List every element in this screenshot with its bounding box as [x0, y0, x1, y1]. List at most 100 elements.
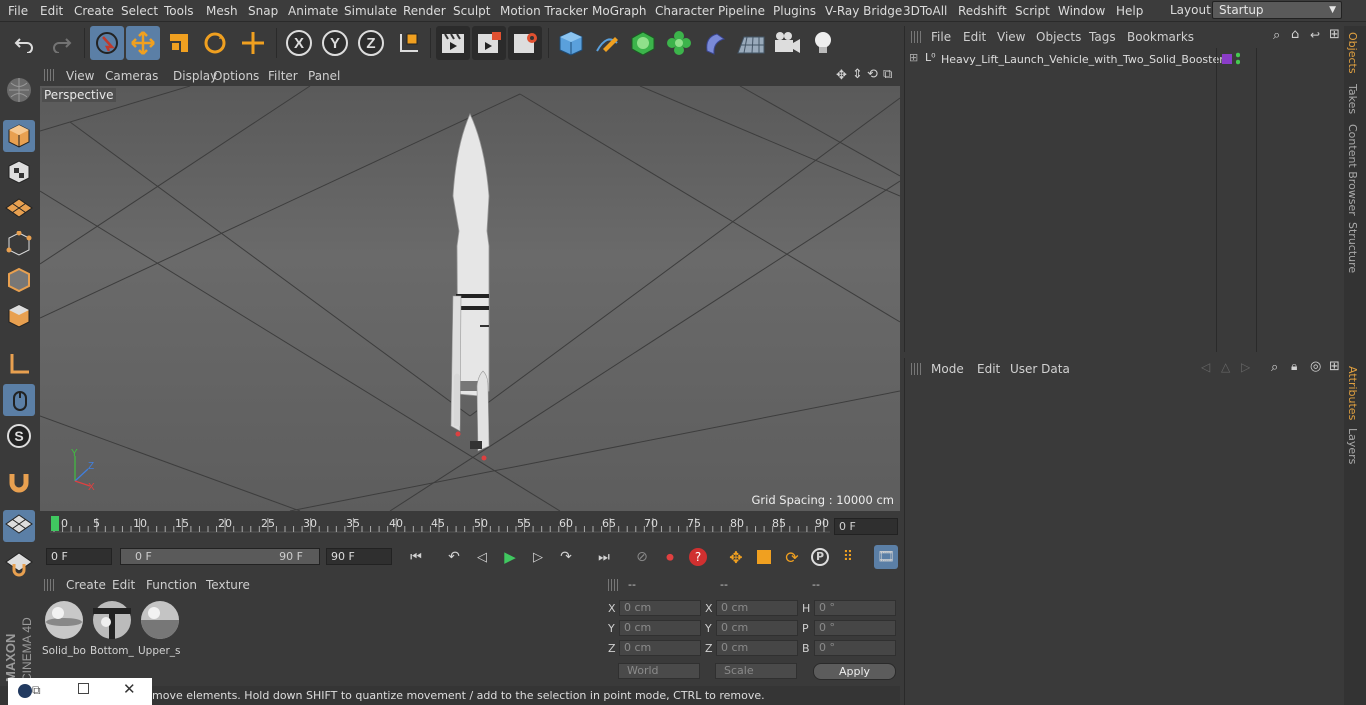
size-x-field[interactable]: 0 cm: [716, 600, 798, 616]
subdivision-surface-button[interactable]: [626, 26, 660, 60]
rotation-b-field[interactable]: 0 °: [814, 640, 896, 656]
menu-window[interactable]: Window: [1058, 4, 1105, 18]
frame-range-slider[interactable]: 0 F 90 F: [120, 548, 320, 565]
play-button[interactable]: ▶: [498, 545, 522, 569]
position-y-field[interactable]: 0 cm: [619, 620, 701, 636]
viewport-rotate-icon[interactable]: ⟲: [867, 67, 878, 82]
restore-icon[interactable]: ⧉: [32, 683, 41, 698]
menu-tools[interactable]: Tools: [164, 4, 194, 18]
snap-button[interactable]: [3, 466, 35, 498]
forward-arrow-icon[interactable]: ▷: [1241, 360, 1250, 374]
previous-frame-button[interactable]: ◁: [470, 545, 494, 569]
size-mode-dropdown[interactable]: Scale: [715, 663, 797, 679]
add-cube-button[interactable]: [554, 26, 588, 60]
key-scale-button[interactable]: [752, 545, 776, 569]
menu-vray-bridge[interactable]: V-Ray Bridge: [825, 4, 902, 18]
polygons-mode-button[interactable]: [3, 300, 35, 332]
transform-tool-button[interactable]: [236, 26, 270, 60]
attribute-menu-user-data[interactable]: User Data: [1010, 362, 1070, 376]
layout-dropdown[interactable]: Startup ▼: [1212, 1, 1342, 19]
visibility-dots-icon[interactable]: [1236, 52, 1240, 66]
planar-workplane-button[interactable]: [3, 548, 35, 580]
camera-button[interactable]: [770, 26, 804, 60]
tab-content-browser[interactable]: Content Browser: [1346, 124, 1359, 216]
expand-icon[interactable]: ⊞: [909, 51, 918, 64]
target-icon[interactable]: ◎: [1310, 359, 1321, 374]
close-icon[interactable]: ✕: [123, 680, 136, 698]
menu-mograph[interactable]: MoGraph: [592, 4, 647, 18]
viewport-move-icon[interactable]: ✥: [836, 68, 847, 83]
current-frame-field[interactable]: 0 F: [834, 518, 898, 535]
position-z-field[interactable]: 0 cm: [619, 640, 701, 656]
new-panel-icon[interactable]: ⊞: [1329, 27, 1340, 42]
size-z-field[interactable]: 0 cm: [716, 640, 798, 656]
render-view-button[interactable]: [436, 26, 470, 60]
viewport-menu-view[interactable]: View: [66, 69, 94, 83]
keyframe-selection-button[interactable]: ?: [686, 545, 710, 569]
z-axis-lock-button[interactable]: Z: [354, 26, 388, 60]
record-keys-button[interactable]: ⊘: [630, 545, 654, 569]
material-swatch[interactable]: Solid_bo: [42, 598, 86, 657]
menu-animate[interactable]: Animate: [288, 4, 338, 18]
object-menu-edit[interactable]: Edit: [963, 30, 986, 44]
deformer-button[interactable]: [698, 26, 732, 60]
viewport-menu-filter[interactable]: Filter: [268, 69, 298, 83]
next-key-button[interactable]: ↷: [554, 545, 578, 569]
key-parameter-button[interactable]: P: [808, 545, 832, 569]
rotation-h-field[interactable]: 0 °: [814, 600, 896, 616]
undo-button[interactable]: [8, 26, 42, 60]
menu-help[interactable]: Help: [1116, 4, 1143, 18]
size-y-field[interactable]: 0 cm: [716, 620, 798, 636]
object-menu-file[interactable]: File: [931, 30, 951, 44]
timeline-ruler[interactable]: 0 5 10 15 20 25 30 35 40 45 50 55 60 65 …: [40, 512, 900, 542]
material-swatch[interactable]: Bottom_: [90, 598, 134, 657]
pen-spline-button[interactable]: [590, 26, 624, 60]
menu-edit[interactable]: Edit: [40, 4, 63, 18]
menu-motion-tracker[interactable]: Motion Tracker: [500, 4, 588, 18]
go-to-start-button[interactable]: ⏮: [404, 545, 428, 569]
menu-snap[interactable]: Snap: [248, 4, 278, 18]
coordinate-space-dropdown[interactable]: World: [618, 663, 700, 679]
attribute-menu-edit[interactable]: Edit: [977, 362, 1000, 376]
make-editable-button[interactable]: [3, 74, 35, 106]
menu-mesh[interactable]: Mesh: [206, 4, 238, 18]
go-to-end-button[interactable]: ⏭: [592, 545, 616, 569]
perspective-viewport[interactable]: Y Z X Perspective Grid Spacing : 10000 c…: [40, 86, 900, 511]
object-menu-bookmarks[interactable]: Bookmarks: [1127, 30, 1194, 44]
rotation-p-field[interactable]: 0 °: [814, 620, 896, 636]
timeline-window-button[interactable]: 🎞: [874, 545, 898, 569]
menu-select[interactable]: Select: [121, 4, 158, 18]
points-mode-button[interactable]: [3, 228, 35, 260]
render-to-picture-viewer-button[interactable]: [472, 26, 506, 60]
viewport-zoom-icon[interactable]: ⇕: [852, 67, 863, 82]
key-position-button[interactable]: ✥: [724, 545, 748, 569]
maximize-icon[interactable]: [78, 683, 89, 694]
material-tag-icon[interactable]: [1222, 54, 1232, 64]
move-tool-button[interactable]: [126, 26, 160, 60]
menu-redshift[interactable]: Redshift: [958, 4, 1007, 18]
menu-3dtoall[interactable]: 3DToAll: [903, 4, 947, 18]
object-menu-view[interactable]: View: [997, 30, 1025, 44]
x-axis-lock-button[interactable]: X: [282, 26, 316, 60]
key-pla-button[interactable]: ⠿: [836, 545, 860, 569]
tab-takes[interactable]: Takes: [1346, 84, 1359, 114]
material-menu-edit[interactable]: Edit: [112, 578, 135, 592]
auto-keying-button[interactable]: ⏺: [658, 545, 682, 569]
new-panel-icon[interactable]: ⊞: [1329, 359, 1340, 374]
floor-button[interactable]: [734, 26, 768, 60]
y-axis-lock-button[interactable]: Y: [318, 26, 352, 60]
tree-row[interactable]: ⊞ L⁰ Heavy_Lift_Launch_Vehicle_with_Two_…: [905, 50, 1343, 68]
edges-mode-button[interactable]: [3, 264, 35, 296]
menu-script[interactable]: Script: [1015, 4, 1050, 18]
model-mode-button[interactable]: [3, 120, 35, 152]
enable-axis-button[interactable]: [3, 348, 35, 380]
menu-create[interactable]: Create: [74, 4, 114, 18]
up-arrow-icon[interactable]: △: [1221, 360, 1230, 374]
coordinate-system-button[interactable]: [392, 26, 426, 60]
previous-key-button[interactable]: ↶: [442, 545, 466, 569]
scale-tool-button[interactable]: [162, 26, 196, 60]
position-x-field[interactable]: 0 cm: [619, 600, 701, 616]
render-settings-button[interactable]: [508, 26, 542, 60]
redo-button[interactable]: [44, 26, 78, 60]
menu-sculpt[interactable]: Sculpt: [453, 4, 490, 18]
